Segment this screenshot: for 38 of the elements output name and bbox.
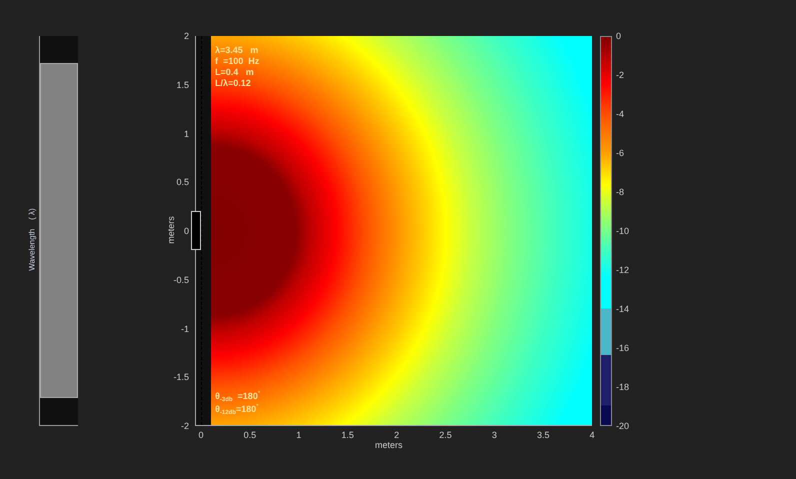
y-tick-label: 1 [184,128,189,138]
annotation-text: L=0.4 m [215,67,254,78]
colorbar-tick-label: -20 [616,421,630,431]
y-tick-label: -2 [180,421,189,431]
x-tick-label: 0 [198,430,204,440]
x-tick-label: 0.5 [244,430,256,440]
slider-label: Wavelength ( λ) [28,208,36,271]
annotation-text: θ$_{-3db}$ =180$^{°}$ [215,391,260,402]
colorbar-tick-label: -16 [616,343,630,353]
colorbar-tick-label: -4 [616,109,624,119]
x-tick-label: 4 [590,430,595,440]
y-tick-label: 2 [184,31,189,41]
annotation-text: θ$_{-12db}$=180$^{°}$ [215,404,259,415]
x-tick-label: 2 [394,430,400,440]
colorbar-tick-label: -18 [616,382,630,392]
y-tick-label: 0.5 [176,177,189,188]
colorbar-tick-label: -8 [616,187,624,197]
x-tick-label: 1 [296,430,302,440]
x-tick-label: 3 [492,430,497,440]
colorbar-tick-label: -10 [616,226,630,236]
x-tick-label: 3.5 [537,430,550,440]
annotation-text: λ=3.45 m [215,45,258,56]
x-axis-label: meters [375,440,403,450]
colorbar-tick-label: -6 [616,148,624,158]
y-tick-label: -1 [180,324,189,334]
y-tick-label: 1.5 [176,80,189,90]
annotation-text: f =100 Hz [215,56,260,67]
colorbar-tick-label: -2 [616,70,624,80]
annotation-text: L/λ=0.12 [215,78,251,89]
x-tick-label: 1.5 [341,430,354,440]
colorbar-tick-label: 0 [616,31,622,41]
y-tick-label: -0.5 [173,274,189,285]
colorbar-tick-label: -12 [616,265,630,275]
y-tick-label: -1.5 [173,372,189,382]
x-tick-label: 2.5 [439,430,452,440]
y-tick-label: 0 [184,226,189,236]
y-axis-label: meters [166,216,176,244]
colorbar-tick-label: -14 [616,304,630,314]
